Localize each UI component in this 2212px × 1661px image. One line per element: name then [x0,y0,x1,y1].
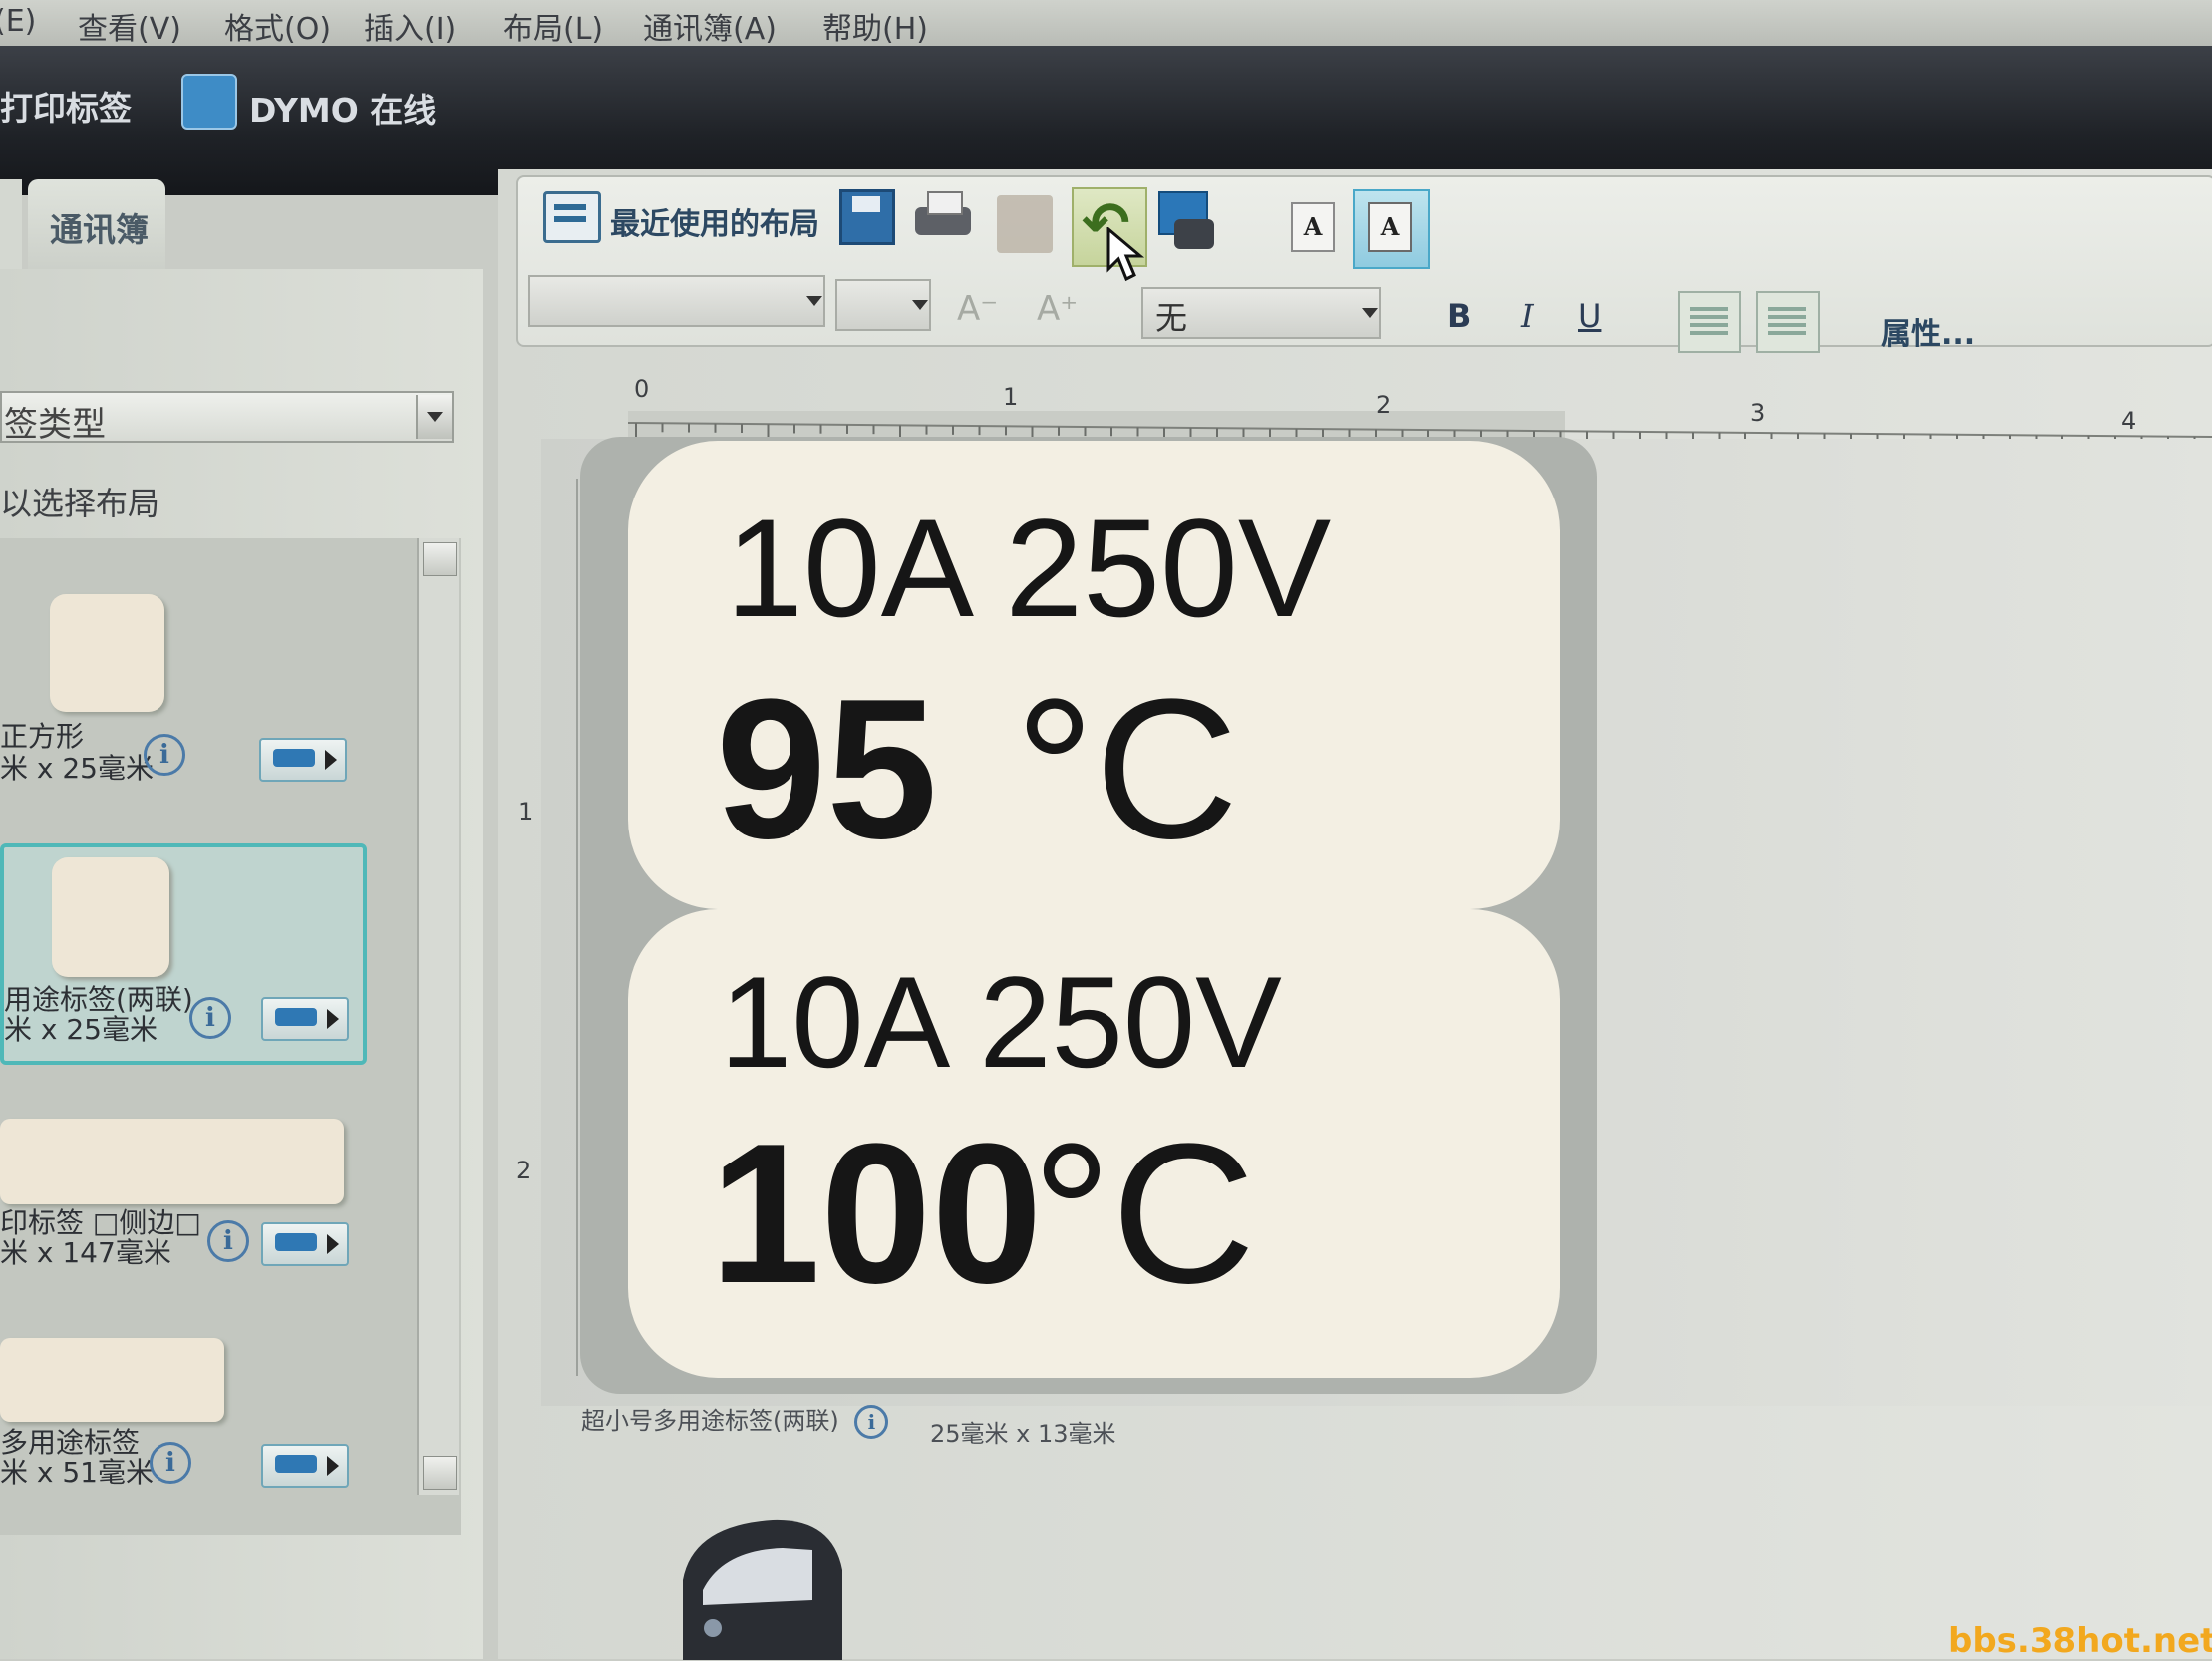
label-thumbnail-two-part [52,857,169,977]
canvas-label-name: 超小号多用途标签(两联) i [581,1401,889,1439]
font-shrink-button[interactable]: A⁻ [957,289,998,329]
tab-address-book-label: 通讯簿 [50,210,149,249]
border-combo-value: 无 [1155,299,1188,337]
align-left-button[interactable] [1756,291,1820,353]
watermark-text: bbs.38hot.net [1948,1621,2212,1661]
print-icon[interactable] [915,191,973,243]
vruler-mark-1: 1 [518,798,534,826]
list-item-name: 用途标签(两联) [4,983,193,1016]
paste-icon[interactable] [997,195,1053,253]
info-icon[interactable]: i [144,734,185,776]
properties-button[interactable]: 属性... [1881,309,1975,353]
list-item-selected[interactable]: 用途标签(两联) 米 x 25毫米 i [0,843,367,1065]
tab-dymo-online[interactable]: DYMO 在线 [249,84,436,132]
font-size-combo[interactable] [835,279,931,331]
dymo-globe-icon [181,74,237,130]
align-center-button[interactable] [1678,291,1741,353]
label-type-select[interactable]: 签类型 [0,391,454,445]
info-icon[interactable]: i [207,1220,249,1262]
label-thumbnail-multipurpose[interactable] [0,1338,224,1422]
list-item-name: 印标签 □侧边□ [0,1206,201,1239]
info-icon[interactable]: i [150,1442,191,1484]
ruler-mark-1: 1 [1003,383,1019,411]
recent-layout-icon[interactable] [543,191,601,243]
ruler-mark-0: 0 [634,375,650,403]
label-type-select-value: 签类型 [4,405,106,445]
text-style-a-icon[interactable]: A [1291,202,1335,252]
ruler-mark-3: 3 [1750,399,1766,427]
label-name-text: 超小号多用途标签(两联) [581,1407,839,1435]
underline-button[interactable]: U [1578,297,1601,335]
printer-icon[interactable] [663,1510,852,1660]
scroll-up-button[interactable] [423,542,457,576]
ruler-mark-4: 4 [2121,407,2137,435]
label-temperature-unit[interactable]: °C [1015,670,1238,869]
print-label-button[interactable] [261,997,349,1041]
label-temperature-value[interactable]: 100 [710,1115,1043,1314]
menu-help[interactable]: 帮助(H) [822,4,928,48]
list-item-size: 米 x 147毫米 [0,1236,171,1269]
chevron-down-icon[interactable] [903,283,929,327]
label-temperature-value[interactable]: 95 [716,670,937,869]
bold-button[interactable]: B [1447,297,1471,335]
tab-print-labels[interactable]: 打印标签 [0,82,132,130]
label-thumbnail-side[interactable] [0,1119,344,1204]
camera-icon[interactable] [1156,191,1218,257]
mouse-cursor-icon [1106,227,1145,282]
print-label-button[interactable] [261,1222,349,1266]
scroll-down-button[interactable] [423,1456,457,1490]
font-name-combo[interactable] [528,275,825,327]
menu-format[interactable]: 格式(O) [224,4,331,48]
label-rating-text[interactable]: 10A 250V [720,957,1282,1087]
vertical-ruler [546,479,578,1376]
list-item-name: 正方形 [0,720,85,753]
print-label-button[interactable] [259,738,347,782]
menu-view[interactable]: 查看(V) [78,4,181,48]
menu-insert[interactable]: 插入(I) [364,4,456,48]
menu-bar: (E) 查看(V) 格式(O) 插入(I) 布局(L) 通讯簿(A) 帮助(H) [0,0,2212,48]
layout-hint: 以选择布局 [0,485,160,522]
save-icon[interactable] [839,189,895,245]
list-item-size: 米 x 25毫米 [4,1013,158,1046]
layout-list-scrollbar[interactable] [417,538,459,1495]
label-rating-text[interactable]: 10A 250V [726,498,1331,638]
tab-address-book[interactable]: 通讯簿 [28,179,165,269]
label-thumbnail-square[interactable] [50,594,164,712]
chevron-down-icon[interactable] [797,279,823,323]
vruler-mark-2: 2 [516,1157,532,1184]
list-item-name: 多用途标签 [0,1426,141,1459]
print-label-button[interactable] [261,1444,349,1488]
italic-button[interactable]: I [1521,297,1534,335]
text-style-b-icon: A [1368,202,1412,252]
label-temperature-unit[interactable]: °C [1032,1115,1255,1314]
menu-address-book[interactable]: 通讯簿(A) [643,4,777,48]
menu-edit[interactable]: (E) [0,4,36,39]
recent-layout-button[interactable]: 最近使用的布局 [610,199,819,243]
ruler-mark-2: 2 [1376,391,1392,419]
tab-designer[interactable] [0,179,22,269]
menu-layout[interactable]: 布局(L) [503,4,603,48]
info-icon[interactable]: i [189,997,231,1039]
chevron-down-icon[interactable] [1353,291,1379,335]
list-item-size: 米 x 51毫米 [0,1456,155,1489]
list-item-size: 米 x 25毫米 [0,752,155,785]
canvas-label-size: 25毫米 x 13毫米 [930,1420,1116,1448]
chevron-down-icon[interactable] [416,395,452,439]
font-grow-button[interactable]: A⁺ [1037,289,1078,329]
border-combo[interactable]: 无 [1141,287,1381,339]
